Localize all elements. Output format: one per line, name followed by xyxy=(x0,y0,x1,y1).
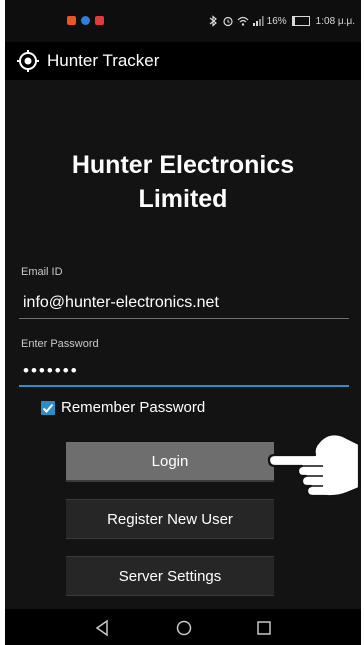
photos-icon xyxy=(67,16,76,25)
messenger-icon xyxy=(81,16,90,25)
app-bar: Hunter Tracker xyxy=(5,42,361,80)
pointing-hand-icon xyxy=(267,433,361,498)
remember-password-label: Remember Password xyxy=(61,399,206,416)
password-label: Enter Password xyxy=(21,338,99,350)
checkmark-icon xyxy=(42,403,54,413)
clock: 1:08 μ.μ. xyxy=(315,15,355,27)
email-field[interactable]: info@hunter-electronics.net xyxy=(23,294,347,312)
back-triangle-icon[interactable] xyxy=(93,618,113,638)
phone-screen: 16% 1:08 μ.μ. Hunter Tracker Hunter Elec… xyxy=(5,0,361,645)
register-new-user-button[interactable]: Register New User xyxy=(66,499,274,539)
server-settings-button[interactable]: Server Settings xyxy=(66,556,274,596)
remember-password-checkbox[interactable]: Remember Password xyxy=(41,399,205,416)
mail-icon xyxy=(95,16,104,25)
app-title: Hunter Tracker xyxy=(47,51,160,70)
checkbox[interactable] xyxy=(41,400,55,415)
login-button[interactable]: Login xyxy=(66,442,274,482)
crosshair-target-icon xyxy=(17,50,39,72)
status-bar: 16% 1:08 μ.μ. xyxy=(5,0,361,42)
company-name-line2: Limited xyxy=(138,185,228,213)
home-circle-icon[interactable] xyxy=(174,618,194,638)
wifi-icon xyxy=(237,16,249,26)
password-field[interactable]: ••••••• xyxy=(23,361,347,381)
register-label: Register New User xyxy=(107,510,233,528)
recents-square-icon[interactable] xyxy=(254,618,274,638)
battery-icon xyxy=(291,16,310,26)
password-underline xyxy=(19,385,349,387)
email-underline xyxy=(19,318,349,319)
battery-percent: 16% xyxy=(266,15,287,27)
navigation-bar xyxy=(5,609,361,645)
signal-icon xyxy=(252,16,264,26)
alarm-icon xyxy=(223,16,233,27)
bluetooth-icon xyxy=(209,15,217,27)
company-name: Hunter Electronics Limited xyxy=(5,148,361,216)
company-name-line1: Hunter Electronics xyxy=(71,151,295,179)
login-label: Login xyxy=(151,452,189,470)
server-settings-label: Server Settings xyxy=(118,567,222,585)
email-label: Email ID xyxy=(21,266,63,278)
